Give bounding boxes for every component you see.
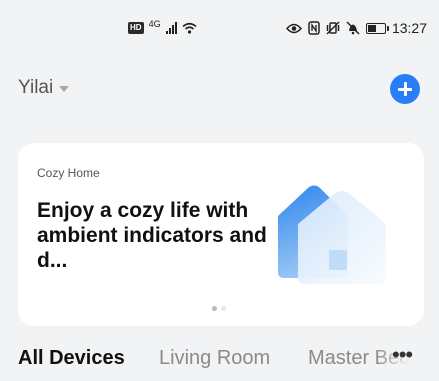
- add-button[interactable]: [390, 74, 420, 104]
- nfc-icon: [308, 21, 320, 35]
- eye-icon: [285, 23, 302, 33]
- vibrate-icon: [326, 21, 340, 35]
- chevron-down-icon: [59, 86, 70, 92]
- carousel-dots: [212, 306, 226, 311]
- status-right-icons: 13:27: [285, 20, 427, 36]
- carousel-dot[interactable]: [212, 306, 217, 311]
- clock: 13:27: [391, 20, 427, 36]
- signal-icon: [165, 22, 177, 34]
- more-button[interactable]: •••: [392, 344, 413, 366]
- carousel-dot[interactable]: [221, 306, 226, 311]
- signal-label: 4G: [148, 19, 161, 29]
- status-bar: HD 4G 13:27: [0, 0, 439, 60]
- room-tabs: All Devices Living Room Master Bedroom: [18, 344, 439, 374]
- banner-eyebrow: Cozy Home: [37, 166, 100, 180]
- banner-title: Enjoy a cozy life with ambient indicator…: [37, 199, 267, 272]
- tab-all-devices[interactable]: All Devices: [18, 344, 125, 372]
- home-name: Yilai: [18, 77, 54, 98]
- wifi-icon: [182, 22, 197, 34]
- mute-icon: [346, 21, 360, 35]
- banner-card[interactable]: Cozy Home Enjoy a cozy life with ambient…: [18, 143, 424, 326]
- tab-living-room[interactable]: Living Room: [159, 344, 270, 372]
- house-icon: [278, 185, 386, 284]
- home-selector[interactable]: Yilai: [18, 77, 70, 99]
- battery-icon: [365, 22, 389, 34]
- status-left-icons: HD 4G: [128, 19, 197, 34]
- hd-icon: HD: [128, 22, 144, 34]
